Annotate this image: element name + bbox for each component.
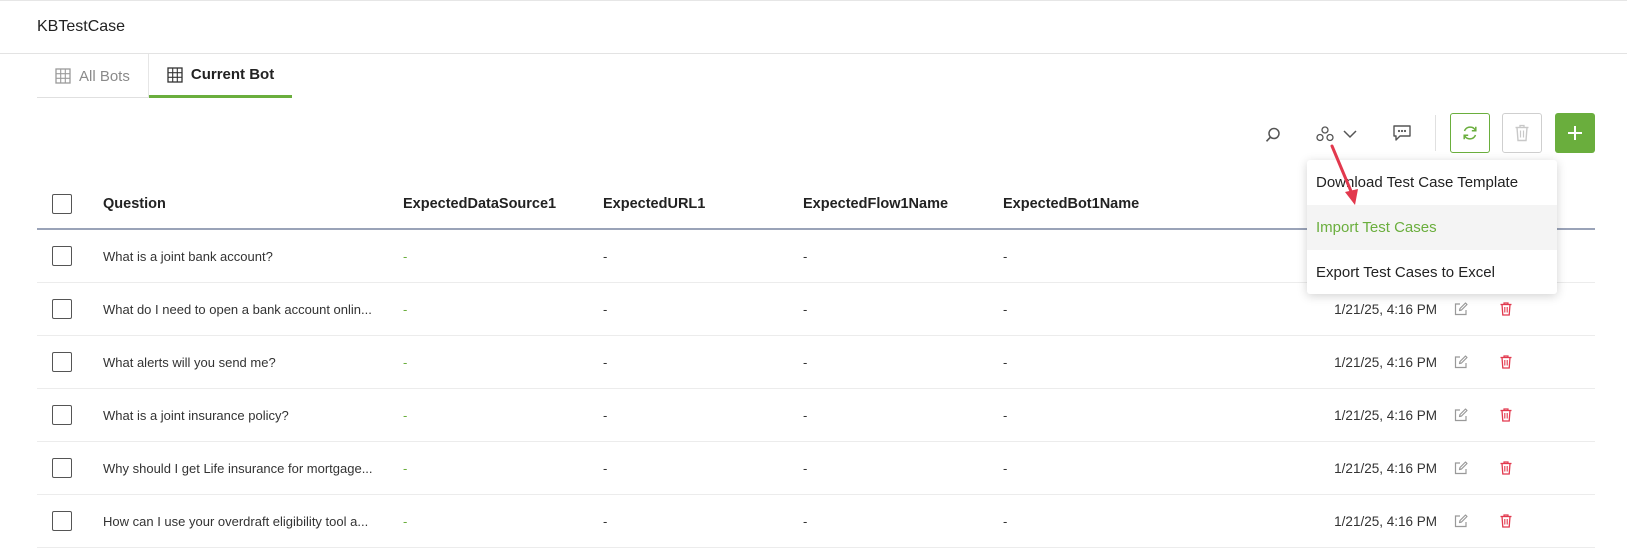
edit-icon	[1454, 355, 1468, 369]
cell-question: Why should I get Life insurance for mort…	[103, 460, 373, 476]
add-button[interactable]	[1555, 113, 1595, 153]
refresh-icon	[1463, 126, 1477, 140]
edit-icon	[1454, 302, 1468, 316]
cell-expected-url: -	[603, 407, 608, 423]
tab-label: All Bots	[79, 67, 130, 85]
cell-modified-date: 1/21/25, 4:16 PM	[1334, 460, 1437, 476]
column-header-expected-url[interactable]: ExpectedURL1	[603, 180, 705, 228]
page-title: KBTestCase	[37, 18, 126, 35]
row-checkbox[interactable]	[52, 458, 72, 478]
edit-button[interactable]	[1451, 442, 1471, 494]
column-header-expected-bot[interactable]: ExpectedBot1Name	[1003, 180, 1139, 228]
cell-expected-flow: -	[803, 513, 808, 529]
delete-row-button[interactable]	[1496, 336, 1516, 388]
row-checkbox-cell	[52, 283, 72, 335]
cell-question: What is a joint insurance policy?	[103, 407, 289, 423]
delete-selected-button[interactable]	[1502, 113, 1542, 153]
trash-icon	[1500, 302, 1512, 316]
cell-expected-url: -	[603, 460, 608, 476]
cell-expected-bot: -	[1003, 354, 1008, 370]
cell-expected-bot: -	[1003, 513, 1008, 529]
cell-modified-date: 1/21/25, 4:16 PM	[1334, 354, 1437, 370]
delete-row-button[interactable]	[1496, 389, 1516, 441]
table-row[interactable]: What is a joint insurance policy? - - - …	[37, 389, 1595, 442]
trash-icon	[1500, 461, 1512, 475]
row-checkbox-cell	[52, 495, 72, 547]
tab-current-bot[interactable]: Current Bot	[148, 54, 293, 98]
trash-icon	[1500, 408, 1512, 422]
table-row[interactable]: How can I use your overdraft eligibility…	[37, 495, 1595, 548]
table-row[interactable]: Why should I get Life insurance for mort…	[37, 442, 1595, 495]
row-checkbox-cell	[52, 230, 72, 282]
delete-row-button[interactable]	[1496, 495, 1516, 547]
row-checkbox-cell	[52, 336, 72, 388]
cell-expected-bot: -	[1003, 248, 1008, 264]
row-checkbox[interactable]	[52, 299, 72, 319]
row-checkbox-cell	[52, 442, 72, 494]
delete-row-button[interactable]	[1496, 442, 1516, 494]
grid-icon	[167, 66, 183, 83]
cell-expected-url: -	[603, 354, 608, 370]
column-header-expected-data-source[interactable]: ExpectedDataSource1	[403, 180, 556, 228]
row-checkbox[interactable]	[52, 352, 72, 372]
cell-expected-flow: -	[803, 301, 808, 317]
cell-expected-bot: -	[1003, 407, 1008, 423]
column-header-expected-flow[interactable]: ExpectedFlow1Name	[803, 180, 948, 228]
refresh-button[interactable]	[1450, 113, 1490, 153]
tab-all-bots[interactable]: All Bots	[37, 54, 149, 98]
row-checkbox-cell	[52, 389, 72, 441]
edit-icon	[1454, 461, 1468, 475]
column-header-question[interactable]: Question	[103, 180, 166, 228]
menu-item-import-test-cases[interactable]: Import Test Cases	[1307, 205, 1557, 250]
cell-expected-data-source: -	[403, 301, 408, 317]
cell-question: How can I use your overdraft eligibility…	[103, 513, 369, 529]
cell-expected-url: -	[603, 301, 608, 317]
cell-expected-data-source: -	[403, 513, 408, 529]
search-button[interactable]	[1262, 124, 1284, 146]
cell-expected-flow: -	[803, 248, 808, 264]
select-all-checkbox[interactable]	[52, 194, 72, 214]
row-checkbox[interactable]	[52, 246, 72, 266]
cell-modified-date: 1/21/25, 4:16 PM	[1334, 513, 1437, 529]
comment-icon	[1393, 125, 1411, 141]
edit-icon	[1454, 514, 1468, 528]
grid-icon	[55, 68, 71, 84]
annotation-arrow	[1330, 144, 1358, 205]
plus-icon	[1568, 126, 1582, 140]
search-icon	[1265, 127, 1280, 142]
cell-expected-flow: -	[803, 354, 808, 370]
cell-question: What is a joint bank account?	[103, 248, 273, 264]
select-all-checkbox-cell	[52, 180, 72, 228]
cell-expected-bot: -	[1003, 460, 1008, 476]
cell-expected-data-source: -	[403, 407, 408, 423]
trash-icon	[1515, 124, 1529, 142]
cell-question: What do I need to open a bank account on…	[103, 301, 372, 317]
row-checkbox[interactable]	[52, 405, 72, 425]
trash-icon	[1500, 355, 1512, 369]
top-border	[0, 0, 1627, 3]
edit-button[interactable]	[1451, 336, 1471, 388]
cell-expected-data-source: -	[403, 460, 408, 476]
table-row[interactable]: What alerts will you send me? - - - - 1/…	[37, 336, 1595, 389]
trash-icon	[1500, 514, 1512, 528]
cell-modified-date: 1/21/25, 4:16 PM	[1334, 407, 1437, 423]
edit-icon	[1454, 408, 1468, 422]
comment-button[interactable]	[1390, 122, 1414, 144]
cell-question: What alerts will you send me?	[103, 354, 276, 370]
cell-expected-data-source: -	[403, 354, 408, 370]
row-checkbox[interactable]	[52, 511, 72, 531]
edit-button[interactable]	[1451, 389, 1471, 441]
cell-expected-bot: -	[1003, 301, 1008, 317]
tab-label: Current Bot	[190, 66, 275, 83]
cell-expected-flow: -	[803, 460, 808, 476]
edit-button[interactable]	[1451, 495, 1471, 547]
toolbar-divider	[1435, 115, 1436, 151]
cell-expected-url: -	[603, 248, 608, 264]
cell-expected-url: -	[603, 513, 608, 529]
tab-bar: All Bots Current Bot	[37, 54, 293, 98]
cell-expected-data-source: -	[403, 248, 408, 264]
cell-expected-flow: -	[803, 407, 808, 423]
menu-item-export-excel[interactable]: Export Test Cases to Excel	[1307, 250, 1557, 295]
